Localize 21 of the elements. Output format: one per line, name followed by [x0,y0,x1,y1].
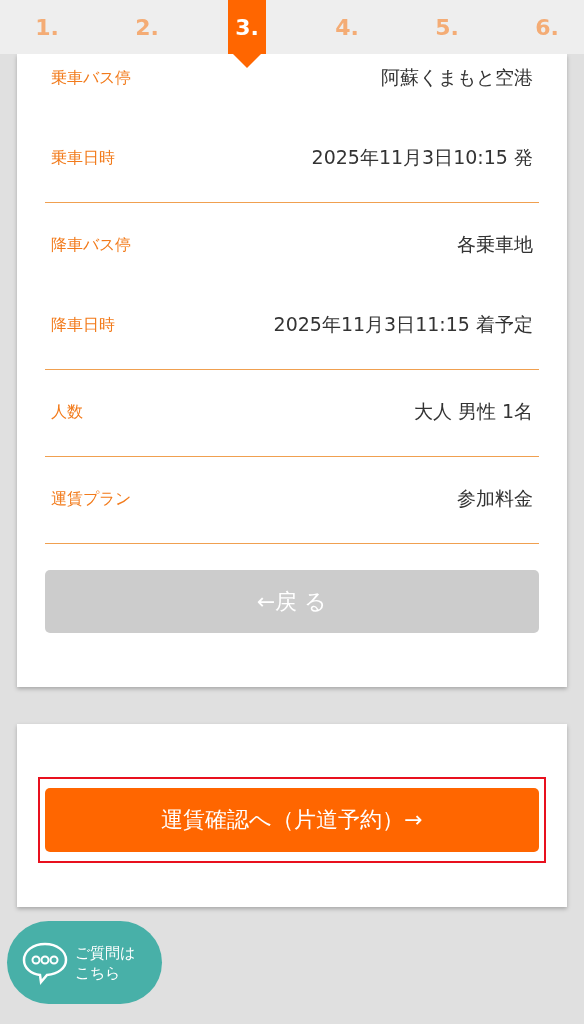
chat-bubble-icon [21,940,69,985]
step-tab[interactable]: 6. [528,0,566,54]
field-label: 降車バス停 [51,234,131,256]
next-button[interactable]: 運賃確認へ（片道予約）→ [45,788,539,852]
field-value: 参加料金 [457,486,533,511]
field-value: 阿蘇くまもと空港 [381,65,533,90]
step-tab[interactable]: 2. [128,0,166,54]
field-value: 大人 男性 1名 [413,399,533,424]
step-tab[interactable]: 5. [428,0,466,54]
field-label: 降車日時 [51,314,115,336]
chat-button[interactable]: ご質問は こちら [7,921,162,1004]
field-value: 2025年11月3日11:15 着予定 [273,312,533,337]
chat-label: ご質問は こちら [75,942,135,983]
field-label: 乗車バス停 [51,67,131,89]
field-value: 2025年11月3日10:15 発 [311,145,533,170]
step-tab[interactable]: 1. [28,0,66,54]
field-label: 乗車日時 [51,147,115,169]
field-value: 各乗車地 [457,232,533,257]
field-label: 運賃プラン [51,488,131,510]
step-tab[interactable]: 4. [328,0,366,54]
field-label: 人数 [51,401,83,423]
